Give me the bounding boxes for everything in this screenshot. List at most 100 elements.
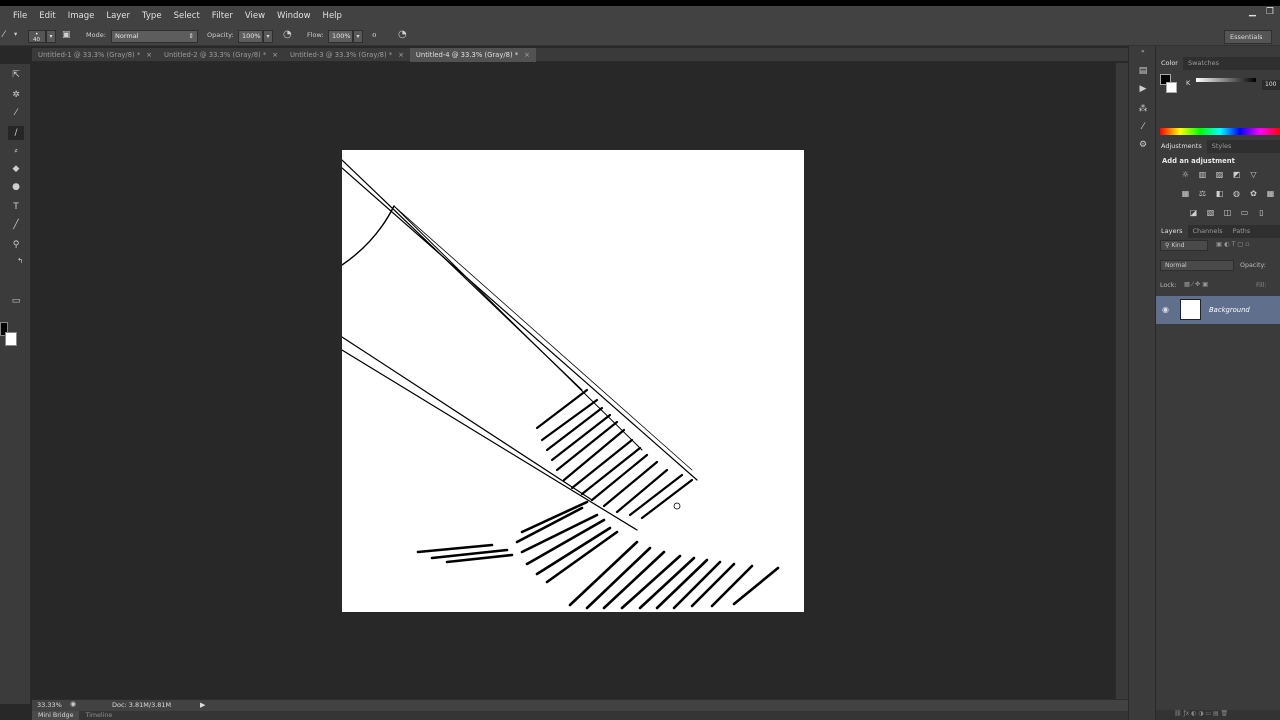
menu-filter[interactable]: Filter bbox=[207, 11, 238, 21]
close-icon[interactable]: × bbox=[146, 48, 152, 62]
layer-footer-icons[interactable]: ⛓ ƒx ◐ ◑ ▭ ▤ 🗑 bbox=[1174, 710, 1228, 717]
exposure-icon[interactable]: ◩ bbox=[1231, 169, 1242, 180]
menu-view[interactable]: View bbox=[240, 11, 270, 21]
menu-type[interactable]: Type bbox=[137, 11, 167, 21]
tab-swatches[interactable]: Swatches bbox=[1183, 57, 1224, 70]
layer-blend-mode-select[interactable]: Normal bbox=[1160, 260, 1234, 271]
updown-icon: ⇕ bbox=[188, 32, 194, 40]
tab-layers[interactable]: Layers bbox=[1156, 225, 1188, 238]
tab-channels[interactable]: Channels bbox=[1188, 225, 1228, 238]
pressure-size-icon[interactable]: ◔ bbox=[398, 29, 407, 40]
flow-dropdown[interactable]: ▾ bbox=[353, 30, 363, 43]
tab-untitled-2[interactable]: Untitled-2 @ 33.3% (Gray/8) * × bbox=[158, 48, 284, 62]
tab-adjustments[interactable]: Adjustments bbox=[1156, 140, 1207, 153]
black-white-icon[interactable]: ◧ bbox=[1214, 188, 1225, 199]
eyedropper-icon[interactable]: ⁄ bbox=[8, 106, 24, 120]
gradient-map-icon[interactable]: ▯ bbox=[1256, 207, 1267, 218]
k-slider[interactable] bbox=[1196, 78, 1256, 82]
line-tool-icon[interactable]: ╱ bbox=[8, 218, 24, 232]
menu-select[interactable]: Select bbox=[169, 11, 205, 21]
channel-mixer-icon[interactable]: ✿ bbox=[1248, 188, 1259, 199]
layers-panel-tabs: Layers Channels Paths bbox=[1156, 225, 1280, 238]
color-spectrum-ramp[interactable] bbox=[1160, 128, 1280, 135]
status-menu-arrow-icon[interactable]: ▶ bbox=[200, 701, 205, 709]
curves-icon[interactable]: ▨ bbox=[1214, 169, 1225, 180]
brush-size-dropdown[interactable]: ▾ bbox=[46, 30, 56, 43]
opacity-dropdown[interactable]: ▾ bbox=[263, 30, 273, 43]
close-icon[interactable]: × bbox=[272, 48, 278, 62]
menu-edit[interactable]: Edit bbox=[34, 11, 60, 21]
zoom-level[interactable]: 33.33% bbox=[37, 701, 62, 709]
vertical-scrollbar[interactable] bbox=[1115, 63, 1128, 699]
tab-mini-bridge[interactable]: Mini Bridge bbox=[32, 711, 80, 720]
tool-presets-icon[interactable]: ⁄ bbox=[1136, 120, 1150, 134]
move-tool-icon[interactable]: ⇱ bbox=[8, 68, 24, 82]
magic-wand-icon[interactable]: ✲ bbox=[8, 88, 24, 102]
tab-untitled-1[interactable]: Untitled-1 @ 33.3% (Gray/8) * × bbox=[32, 48, 158, 62]
color-balance-icon[interactable]: ⚖ bbox=[1197, 188, 1208, 199]
collapse-icon[interactable]: « bbox=[1141, 48, 1145, 55]
menu-image[interactable]: Image bbox=[63, 11, 100, 21]
menu-window[interactable]: Window bbox=[272, 11, 316, 21]
invert-icon[interactable]: ◪ bbox=[1188, 207, 1199, 218]
status-info-icon[interactable]: ◉ bbox=[70, 700, 76, 708]
opacity-input[interactable]: 100% bbox=[238, 30, 263, 43]
brush-presets-icon[interactable]: ⁂ bbox=[1136, 102, 1150, 116]
tab-untitled-4[interactable]: Untitled-4 @ 33.3% (Gray/8) * × bbox=[409, 48, 536, 62]
tab-label: Untitled-1 @ 33.3% (Gray/8) * bbox=[38, 51, 141, 59]
hue-saturation-icon[interactable]: ▦ bbox=[1180, 188, 1191, 199]
swap-colors-icon[interactable]: ↰ bbox=[12, 254, 28, 268]
adjustment-icons-row-2: ▦ ⚖ ◧ ◍ ✿ ▦ bbox=[1180, 188, 1276, 199]
airbrush-icon[interactable]: ℴ bbox=[372, 29, 377, 40]
layer-row-background[interactable]: ◉ Background bbox=[1156, 296, 1280, 324]
posterize-icon[interactable]: ▧ bbox=[1205, 207, 1216, 218]
bottom-panel-tabs: Mini Bridge Timeline bbox=[32, 711, 1128, 720]
mode-select[interactable]: Normal ⇕ bbox=[111, 30, 198, 43]
menu-file[interactable]: File bbox=[8, 11, 32, 21]
workspace-switcher[interactable]: Essentials bbox=[1224, 30, 1272, 44]
zoom-tool-icon[interactable]: ⚲ bbox=[8, 238, 24, 252]
minimize-button[interactable]: ▁ bbox=[1249, 7, 1256, 17]
color-panel-background[interactable] bbox=[1166, 82, 1177, 93]
dodge-tool-icon[interactable]: ● bbox=[8, 180, 24, 194]
clone-source-icon[interactable]: ⚙ bbox=[1136, 138, 1150, 152]
menu-layer[interactable]: Layer bbox=[101, 11, 135, 21]
actions-panel-icon[interactable]: ▶ bbox=[1136, 82, 1150, 96]
tab-color[interactable]: Color bbox=[1156, 57, 1183, 70]
type-tool-icon[interactable]: T bbox=[8, 200, 24, 214]
photo-filter-icon[interactable]: ◍ bbox=[1231, 188, 1242, 199]
screen-mode-icon[interactable]: ▭ bbox=[8, 294, 24, 308]
layer-filter-kind[interactable]: ⚲ Kind bbox=[1160, 240, 1208, 251]
brush-panel-icon[interactable]: ▣ bbox=[62, 30, 71, 40]
flow-input[interactable]: 100% bbox=[328, 30, 353, 43]
layer-thumbnail bbox=[1180, 299, 1201, 320]
lock-icons[interactable]: ▦ ⁄ ✥ ▣ bbox=[1184, 281, 1208, 288]
tab-paths[interactable]: Paths bbox=[1228, 225, 1256, 238]
brush-size-picker[interactable]: • 40 bbox=[28, 30, 46, 43]
tool-preset-dropdown-icon[interactable]: ▾ bbox=[14, 30, 17, 38]
layer-filter-icons[interactable]: ▣ ◐ T ▢ ▫ bbox=[1216, 241, 1250, 248]
history-panel-icon[interactable]: ▤ bbox=[1136, 64, 1150, 78]
selective-color-icon[interactable]: ▭ bbox=[1239, 207, 1250, 218]
vibrance-icon[interactable]: ▽ bbox=[1248, 169, 1259, 180]
close-icon[interactable]: × bbox=[398, 48, 404, 62]
history-brush-icon[interactable]: ⸗ bbox=[8, 144, 24, 158]
brush-tool-icon[interactable]: ⁄ bbox=[3, 30, 5, 40]
restore-button[interactable]: ❐ bbox=[1266, 7, 1274, 17]
document-canvas[interactable] bbox=[341, 150, 804, 612]
pressure-opacity-icon[interactable]: ◔ bbox=[283, 29, 292, 40]
brightness-icon[interactable]: ☼ bbox=[1180, 169, 1191, 180]
color-lookup-icon[interactable]: ▦ bbox=[1265, 188, 1276, 199]
brush-tool-icon[interactable]: ∕ bbox=[8, 126, 24, 140]
menu-help[interactable]: Help bbox=[318, 11, 347, 21]
background-color-swatch[interactable] bbox=[5, 332, 17, 346]
close-icon[interactable]: × bbox=[524, 48, 530, 62]
paint-bucket-icon[interactable]: ◆ bbox=[8, 162, 24, 176]
tab-styles[interactable]: Styles bbox=[1207, 140, 1237, 153]
threshold-icon[interactable]: ◫ bbox=[1222, 207, 1233, 218]
eye-icon[interactable]: ◉ bbox=[1162, 305, 1169, 314]
tab-untitled-3[interactable]: Untitled-3 @ 33.3% (Gray/8) * × bbox=[284, 48, 410, 62]
levels-icon[interactable]: ▥ bbox=[1197, 169, 1208, 180]
tab-timeline[interactable]: Timeline bbox=[79, 711, 118, 720]
k-value-input[interactable]: 100 bbox=[1262, 80, 1280, 90]
